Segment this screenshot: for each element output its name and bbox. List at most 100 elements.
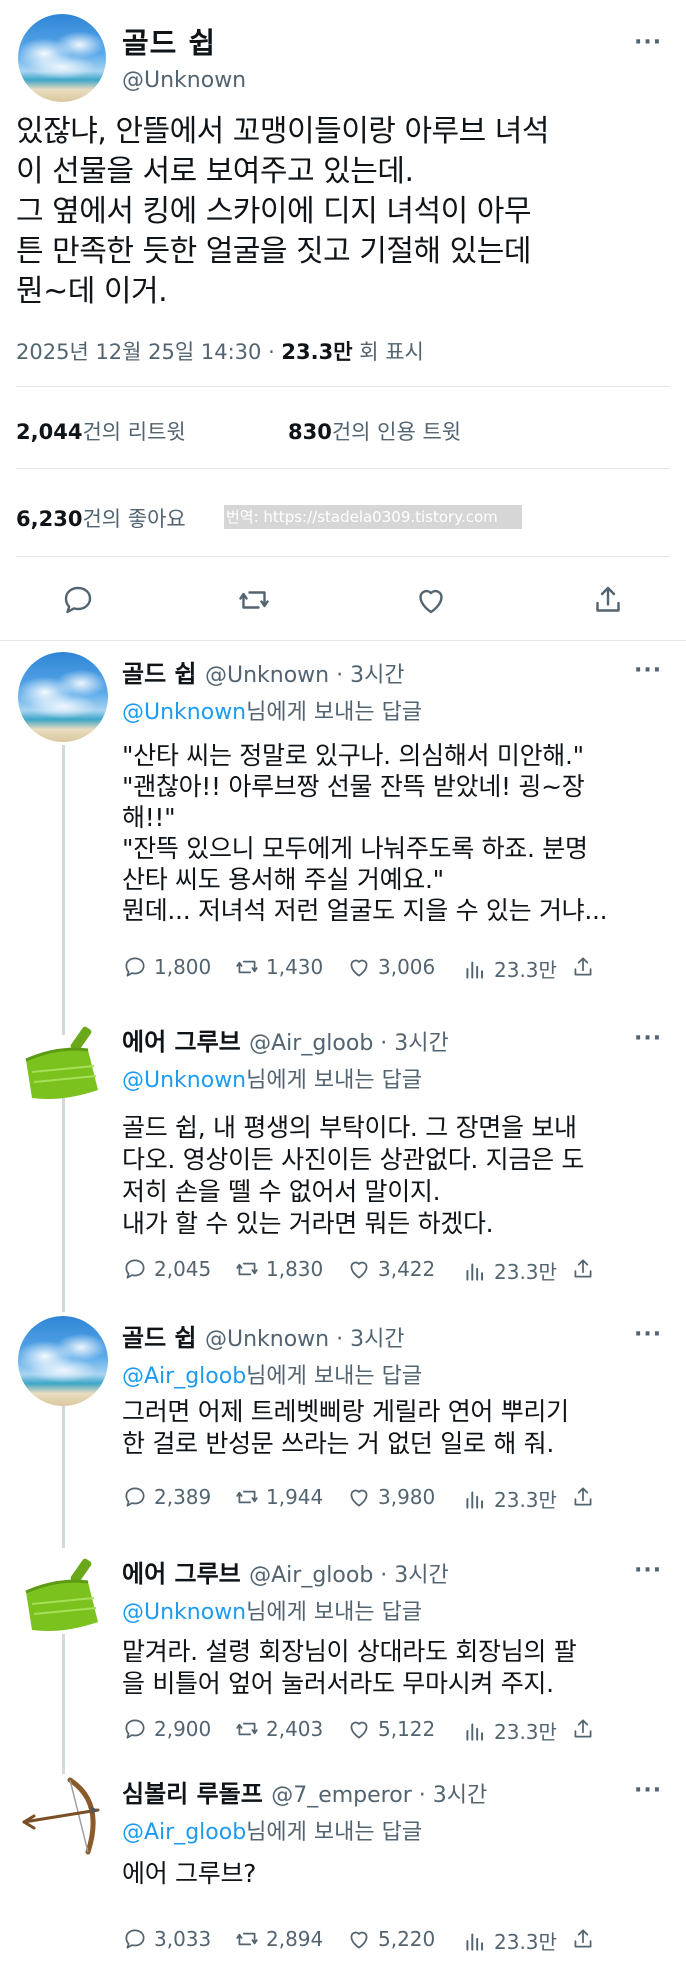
like-count: 3,006 [378, 955, 436, 979]
share-icon [574, 957, 592, 976]
retweet-button[interactable]: 2,894 [234, 1926, 323, 1952]
display-name[interactable]: 에어 그루브 @Air_gloob · 3시간 [122, 1554, 449, 1589]
retweet-button[interactable]: 1,944 [234, 1484, 323, 1510]
like-icon[interactable] [413, 582, 449, 618]
tweet-text: 그러면 어제 트레벳삐랑 게릴라 연어 뿌리기 한 걸로 반성문 쓰라는 거 없… [122, 1397, 569, 1458]
avatar[interactable] [18, 652, 108, 742]
views-button[interactable]: 23.3만 [462, 1716, 557, 1745]
user-handle: @Unknown · 3시간 [204, 663, 405, 688]
reply-button[interactable]: 2,900 [122, 1716, 211, 1742]
mention-link[interactable]: @Unknown [122, 1068, 246, 1093]
share-icon [574, 1929, 592, 1948]
view-count: 23.3만 [494, 1488, 557, 1512]
mention-link[interactable]: @Unknown [122, 1600, 246, 1625]
divider [16, 556, 670, 557]
divider [16, 386, 670, 387]
views-icon [466, 1723, 484, 1741]
user-handle[interactable]: @Unknown [122, 68, 246, 93]
retweet-icon [236, 1932, 258, 1946]
avatar[interactable] [18, 1316, 108, 1406]
user-handle: @Air_gloob · 3시간 [249, 1031, 449, 1056]
reply-count: 2,900 [154, 1717, 212, 1741]
reply-to-line: @Unknown님에게 보내는 답글 [122, 1062, 422, 1094]
like-stat[interactable]: 6,230건의 좋아요 [16, 503, 186, 533]
reply-to-line: @Air_gloob님에게 보내는 답글 [122, 1358, 422, 1390]
reply-action-bar: 2,900 2,403 5,122 23.3만 [122, 1716, 682, 1748]
display-name-text: 에어 그루브 [122, 1028, 241, 1056]
like-button[interactable]: 5,122 [346, 1716, 435, 1742]
more-icon[interactable]: ··· [634, 1026, 662, 1051]
quote-count: 830 [288, 420, 332, 444]
views-button[interactable]: 23.3만 [462, 1256, 557, 1285]
more-icon[interactable]: ··· [634, 1558, 662, 1583]
reply-icon [125, 957, 145, 977]
views-button[interactable]: 23.3만 [462, 1926, 557, 1955]
display-name-text: 심볼리 루돌프 [122, 1780, 263, 1808]
view-count: 23.3만 [494, 958, 557, 982]
user-handle: @Air_gloob · 3시간 [249, 1563, 449, 1588]
like-icon [350, 1721, 368, 1739]
share-button[interactable] [570, 954, 596, 980]
reply-button[interactable]: 2,045 [122, 1256, 211, 1282]
display-name[interactable]: 골드 쉽 [122, 20, 216, 62]
like-button[interactable]: 5,220 [346, 1926, 435, 1952]
share-icon[interactable] [590, 582, 626, 618]
view-label: 회 표시 [352, 340, 424, 364]
retweet-button[interactable]: 2,403 [234, 1716, 323, 1742]
share-button[interactable] [570, 1716, 596, 1742]
view-count: 23.3만 [281, 340, 353, 364]
like-button[interactable]: 3,422 [346, 1256, 435, 1282]
more-icon[interactable]: ··· [634, 1322, 662, 1347]
retweet-label: 건의 리트윗 [82, 420, 186, 444]
reply-button[interactable]: 2,389 [122, 1484, 211, 1510]
reply-icon [125, 1259, 145, 1279]
retweet-icon[interactable] [236, 582, 272, 618]
display-name[interactable]: 골드 쉽 @Unknown · 3시간 [122, 1318, 405, 1353]
retweet-icon [236, 1722, 258, 1736]
tweet-date[interactable]: 2025년 12월 25일 14:30 · [16, 340, 281, 364]
reply-count: 3,033 [154, 1927, 212, 1951]
reply-button[interactable]: 1,800 [122, 954, 211, 980]
reply-count: 2,389 [154, 1485, 212, 1509]
retweet-count: 2,403 [266, 1717, 324, 1741]
views-button[interactable]: 23.3만 [462, 954, 557, 983]
mention-link[interactable]: @Air_gloob [122, 1364, 246, 1389]
bow-arrow-avatar[interactable] [18, 1772, 108, 1862]
display-name[interactable]: 심볼리 루돌프 @7_emperor · 3시간 [122, 1774, 487, 1809]
share-button[interactable] [570, 1926, 596, 1952]
tweet-text: 맡겨라. 설령 회장님이 상대라도 회장님의 팔 을 비틀어 엎어 눌러서라도 … [122, 1637, 577, 1698]
quote-stat[interactable]: 830건의 인용 트윗 [288, 416, 461, 446]
reply-action-bar: 2,045 1,830 3,422 23.3만 [122, 1256, 682, 1288]
translation-watermark: 번역: https://stadela0309.tistory.com [224, 505, 522, 529]
quote-label: 건의 인용 트윗 [331, 420, 462, 444]
views-icon [466, 1933, 484, 1951]
retweet-stat[interactable]: 2,044건의 리트윗 [16, 416, 186, 446]
share-button[interactable] [570, 1484, 596, 1510]
avatar[interactable] [18, 14, 106, 102]
like-button[interactable]: 3,006 [346, 954, 435, 980]
reply-icon[interactable] [60, 582, 96, 618]
reply-to-label: 님에게 보내는 답글 [246, 700, 423, 725]
retweet-button[interactable]: 1,430 [234, 954, 323, 980]
retweet-count: 1,944 [266, 1485, 324, 1509]
reply-button[interactable]: 3,033 [122, 1926, 211, 1952]
retweet-button[interactable]: 1,830 [234, 1256, 323, 1282]
main-action-bar [0, 578, 686, 622]
display-name-text: 골드 쉽 [122, 660, 197, 688]
reply-tweet: 에어 그루브 @Air_gloob · 3시간 ··· @Unknown님에게 … [0, 1552, 686, 1762]
dustpan-avatar[interactable] [18, 1552, 108, 1642]
views-button[interactable]: 23.3만 [462, 1484, 557, 1513]
more-icon[interactable]: ··· [634, 30, 662, 55]
dustpan-avatar[interactable] [18, 1020, 108, 1110]
share-button[interactable] [570, 1256, 596, 1282]
tweet-text: 에어 그루브? [122, 1859, 257, 1888]
like-button[interactable]: 3,980 [346, 1484, 435, 1510]
display-name[interactable]: 에어 그루브 @Air_gloob · 3시간 [122, 1022, 449, 1057]
mention-link[interactable]: @Air_gloob [122, 1820, 246, 1845]
display-name[interactable]: 골드 쉽 @Unknown · 3시간 [122, 654, 405, 689]
more-icon[interactable]: ··· [634, 1778, 662, 1803]
mention-link[interactable]: @Unknown [122, 700, 246, 725]
more-icon[interactable]: ··· [634, 658, 662, 683]
retweet-count: 1,830 [266, 1257, 324, 1281]
reply-icon [125, 1487, 145, 1507]
